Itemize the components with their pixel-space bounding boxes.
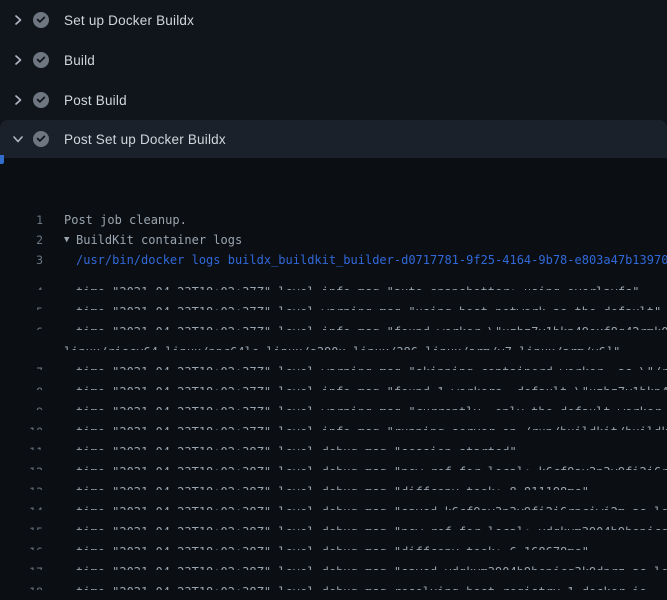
chevron-down-icon	[10, 131, 26, 147]
line-number[interactable]: 17	[0, 562, 43, 570]
log-text: time="2021-04-23T18:02:38Z" level=debug …	[76, 502, 667, 510]
log-row: 19 time="2021-04-23T18:02:38Z" level=deb…	[0, 590, 667, 600]
log-text: time="2021-04-23T18:02:38Z" level=debug …	[76, 482, 589, 490]
log-row: 5 time="2021-04-23T18:02:37Z" level=warn…	[0, 290, 667, 310]
step-row-setup-docker-buildx[interactable]: Set up Docker Buildx	[0, 0, 667, 40]
log-text: time="2021-04-23T18:02:37Z" level=info m…	[76, 422, 667, 430]
step-label: Post Set up Docker Buildx	[64, 132, 226, 147]
line-number[interactable]: 7	[0, 362, 43, 370]
log-text: Post job cleanup.	[64, 210, 187, 230]
actions-log-panel: Set up Docker Buildx Build Post Build	[0, 0, 667, 600]
step-label: Post Build	[64, 93, 127, 108]
chevron-right-icon	[10, 12, 26, 28]
log-row: 6 time="2021-04-23T18:02:37Z" level=info…	[0, 310, 667, 330]
log-row: 12 time="2021-04-23T18:02:38Z" level=deb…	[0, 450, 667, 470]
line-number[interactable]	[0, 342, 43, 350]
log-viewer: 1 Post job cleanup. 2 ▼ BuildKit contain…	[0, 158, 667, 600]
line-number[interactable]: 15	[0, 522, 43, 530]
log-text: time="2021-04-23T18:02:38Z" level=debug …	[76, 442, 517, 450]
chevron-right-icon	[10, 52, 26, 68]
log-text: time="2021-04-23T18:02:37Z" level=info m…	[76, 382, 667, 390]
log-row: linux/riscv64 linux/ppc64le linux/s390x …	[0, 330, 667, 350]
log-row: 1 Post job cleanup.	[0, 210, 667, 230]
log-row: 18 time="2021-04-23T18:02:38Z" level=deb…	[0, 570, 667, 590]
log-rows: 1 Post job cleanup. 2 ▼ BuildKit contain…	[0, 210, 667, 600]
line-number[interactable]: 8	[0, 382, 43, 390]
log-row: 10 time="2021-04-23T18:02:37Z" level=inf…	[0, 410, 667, 430]
log-text: time="2021-04-23T18:02:37Z" level=warnin…	[76, 362, 667, 370]
line-number[interactable]: 4	[0, 282, 43, 290]
step-label: Set up Docker Buildx	[64, 13, 194, 28]
check-circle-icon	[33, 92, 49, 108]
log-row: 7 time="2021-04-23T18:02:37Z" level=warn…	[0, 350, 667, 370]
log-text: time="2021-04-23T18:02:38Z" level=debug …	[76, 562, 667, 570]
log-text: /usr/bin/docker logs buildx_buildkit_bui…	[76, 250, 667, 270]
log-text: linux/riscv64 linux/ppc64le linux/s390x …	[64, 342, 620, 350]
log-text: BuildKit container logs	[76, 230, 242, 250]
log-row: 11 time="2021-04-23T18:02:38Z" level=deb…	[0, 430, 667, 450]
line-number[interactable]: 6	[0, 322, 43, 330]
log-row: 15 time="2021-04-23T18:02:38Z" level=deb…	[0, 510, 667, 530]
step-label: Build	[64, 53, 95, 68]
log-text: time="2021-04-23T18:02:38Z" level=debug …	[76, 522, 667, 530]
log-row: 9 time="2021-04-23T18:02:37Z" level=warn…	[0, 390, 667, 410]
log-group-caret-icon[interactable]: ▼	[64, 230, 76, 250]
log-text: time="2021-04-23T18:02:37Z" level=info m…	[76, 322, 667, 330]
log-text: time="2021-04-23T18:02:38Z" level=debug …	[76, 582, 647, 590]
log-row: 13 time="2021-04-23T18:02:38Z" level=deb…	[0, 470, 667, 490]
log-text: time="2021-04-23T18:02:38Z" level=debug …	[76, 462, 667, 470]
log-text: time="2021-04-23T18:02:37Z" level=warnin…	[76, 402, 667, 410]
log-row: 16 time="2021-04-23T18:02:38Z" level=deb…	[0, 530, 667, 550]
log-text: time="2021-04-23T18:02:38Z" level=debug …	[76, 542, 589, 550]
line-number[interactable]: 12	[0, 462, 43, 470]
line-number[interactable]: 18	[0, 582, 43, 590]
log-row: 3 /usr/bin/docker logs buildx_buildkit_b…	[0, 250, 667, 270]
log-row: 4 time="2021-04-23T18:02:37Z" level=info…	[0, 270, 667, 290]
check-circle-icon	[33, 12, 49, 28]
line-number[interactable]: 5	[0, 302, 43, 310]
line-number[interactable]: 9	[0, 402, 43, 410]
log-row: 14 time="2021-04-23T18:02:38Z" level=deb…	[0, 490, 667, 510]
line-number[interactable]: 10	[0, 422, 43, 430]
line-number[interactable]: 2	[0, 230, 43, 250]
log-row: 2 ▼ BuildKit container logs	[0, 230, 667, 250]
log-row: 8 time="2021-04-23T18:02:37Z" level=info…	[0, 370, 667, 390]
check-circle-icon	[33, 52, 49, 68]
line-number[interactable]: 16	[0, 542, 43, 550]
line-number[interactable]: 14	[0, 502, 43, 510]
line-number[interactable]: 3	[0, 250, 43, 270]
log-text: time="2021-04-23T18:02:37Z" level=warnin…	[76, 302, 661, 310]
step-row-post-build[interactable]: Post Build	[0, 80, 667, 120]
line-number[interactable]: 11	[0, 442, 43, 450]
check-circle-icon	[33, 131, 49, 147]
steps-list: Set up Docker Buildx Build Post Build	[0, 0, 667, 158]
step-row-post-setup-docker-buildx[interactable]: Post Set up Docker Buildx	[0, 120, 667, 158]
line-number[interactable]: 13	[0, 482, 43, 490]
chevron-right-icon	[10, 92, 26, 108]
log-text: time="2021-04-23T18:02:37Z" level=info m…	[76, 282, 640, 290]
step-row-build[interactable]: Build	[0, 40, 667, 80]
log-row: 17 time="2021-04-23T18:02:38Z" level=deb…	[0, 550, 667, 570]
expanded-step-focus-accent	[0, 155, 4, 164]
line-number[interactable]: 1	[0, 210, 43, 230]
